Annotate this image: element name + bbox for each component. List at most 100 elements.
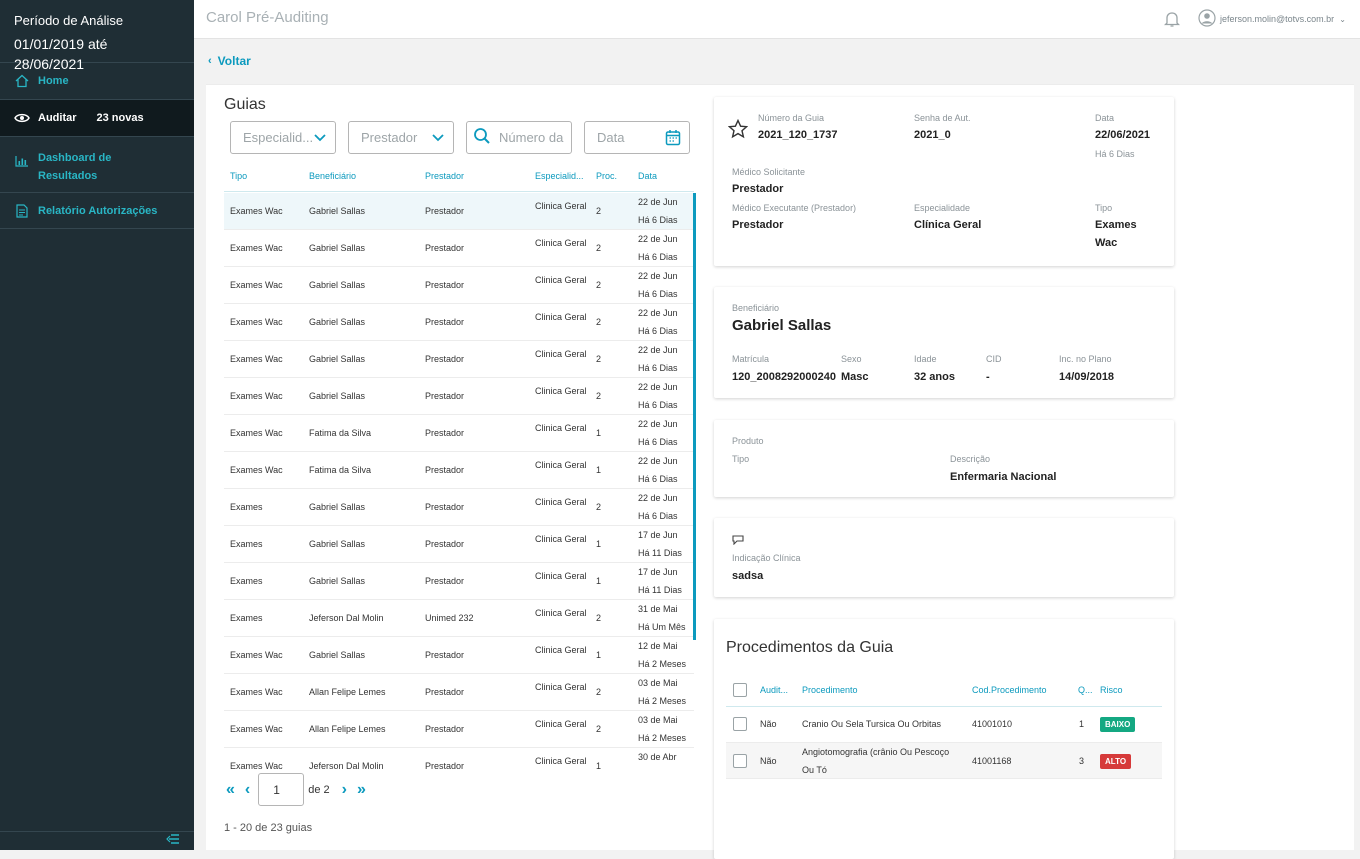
- first-page-icon[interactable]: «: [226, 781, 235, 799]
- tipo-cell: Exames Wac: [230, 280, 283, 290]
- col-auditado[interactable]: Audit...: [760, 685, 788, 695]
- table-row[interactable]: Exames Wac Gabriel Sallas Prestador Clinica…: [224, 267, 694, 304]
- especialidade-cell: Clinica Geral: [535, 275, 587, 285]
- calendar-icon[interactable]: [665, 129, 681, 149]
- row-checkbox[interactable]: [733, 754, 747, 768]
- table-row[interactable]: Exames Wac Gabriel Sallas Prestador Clinica…: [224, 637, 694, 674]
- collapse-menu-icon[interactable]: [166, 833, 180, 848]
- beneficiario-cell: Gabriel Sallas: [309, 391, 366, 401]
- table-row[interactable]: Exames Gabriel Sallas Prestador Clinica Ger…: [224, 526, 694, 563]
- indicacao-label: Indicação Clínica: [732, 553, 801, 563]
- beneficiario-cell: Gabriel Sallas: [309, 280, 366, 290]
- col-tipo[interactable]: Tipo: [230, 171, 247, 181]
- nav-item-auditar[interactable]: Auditar 23 novas: [0, 100, 194, 137]
- app-title: Carol Pré-Auditing: [206, 9, 329, 26]
- scrollbar[interactable]: [693, 193, 696, 640]
- col-data[interactable]: Data: [638, 171, 657, 181]
- bell-icon[interactable]: [1163, 10, 1181, 33]
- table-row[interactable]: Exames Wac Fatima da Silva Prestador Clinic…: [224, 452, 694, 489]
- data-cell: 22 de Jun: [638, 382, 678, 392]
- prestador-cell: Prestador: [425, 687, 465, 697]
- table-row[interactable]: Exames Wac Gabriel Sallas Prestador Clinica…: [224, 304, 694, 341]
- tipo-cell: Exames Wac: [230, 317, 283, 327]
- procedimento-qty: 1: [1079, 719, 1085, 729]
- auditado-value: Não: [760, 756, 777, 766]
- beneficiario-label: Beneficiário: [732, 303, 780, 313]
- next-page-icon[interactable]: ›: [342, 781, 347, 799]
- nav-item-dashboard[interactable]: Dashboard de Resultados: [0, 137, 194, 193]
- table-row[interactable]: Exames Gabriel Sallas Prestador Clinica Ger…: [224, 563, 694, 600]
- table-row[interactable]: Exames Wac Jeferson Dal Molin Prestador Cli…: [224, 748, 694, 769]
- beneficiario-cell: Jeferson Dal Molin: [309, 613, 384, 623]
- procedimento-row[interactable]: Não Angiotomografia (crânio Ou Pescoço O…: [726, 743, 1162, 779]
- table-row[interactable]: Exames Wac Fatima da Silva Prestador Clinic…: [224, 415, 694, 452]
- produto-label: Produto: [732, 436, 764, 446]
- back-link[interactable]: ‹ Voltar: [208, 54, 251, 68]
- star-icon[interactable]: [727, 118, 749, 144]
- user-menu[interactable]: jeferson.molin@totvs.com.br ⌄: [1198, 9, 1346, 29]
- proc-cell: 1: [596, 428, 602, 438]
- row-checkbox[interactable]: [733, 717, 747, 731]
- col-procedimento[interactable]: Procedimento: [802, 685, 858, 695]
- col-beneficiario[interactable]: Beneficiário: [309, 171, 356, 181]
- prestador-cell: Prestador: [425, 317, 465, 327]
- data-cell: 22 de Jun: [638, 493, 678, 503]
- data-cell: 12 de Mai: [638, 641, 678, 651]
- chevron-down-icon: ⌄: [1339, 14, 1346, 24]
- tipo-cell: Exames Wac: [230, 465, 283, 475]
- tipo-value-line1: Exames: [1095, 219, 1137, 231]
- back-label: Voltar: [217, 54, 251, 68]
- numero-search-field[interactable]: Número da: [466, 121, 572, 154]
- solicitante-label: Médico Solicitante: [732, 167, 806, 177]
- sexo-value: Masc: [841, 371, 869, 383]
- page-input[interactable]: 1: [258, 773, 305, 806]
- col-cod-procedimento[interactable]: Cod.Procedimento: [972, 685, 1047, 695]
- table-row[interactable]: Exames Jeferson Dal Molin Unimed 232 Clinic…: [224, 600, 694, 637]
- especialidade-cell: Clinica Geral: [535, 349, 587, 359]
- risk-badge: ALTO: [1100, 754, 1132, 769]
- table-row[interactable]: Exames Gabriel Sallas Prestador Clinica Ger…: [224, 489, 694, 526]
- tipo-value-line2: Wac: [1095, 237, 1118, 249]
- especialidade-filter[interactable]: Especialid...: [230, 121, 336, 154]
- especialidade-cell: Clinica Geral: [535, 608, 587, 618]
- data-cell: 30 de Abr: [638, 752, 677, 762]
- inicio-plano-value: 14/09/2018: [1059, 371, 1115, 383]
- procedimento-row[interactable]: Não Cranio Ou Sela Tursica Ou Orbitas 41…: [726, 707, 1162, 743]
- col-especialidade[interactable]: Especialid...: [535, 171, 584, 181]
- data-ago-cell: Há 6 Dias: [638, 326, 678, 336]
- col-prestador[interactable]: Prestador: [425, 171, 464, 181]
- especialidade-cell: Clinica Geral: [535, 682, 587, 692]
- tipo-cell: Exames Wac: [230, 428, 283, 438]
- especialidade-cell: Clinica Geral: [535, 201, 587, 211]
- tipo-cell: Exames Wac: [230, 650, 283, 660]
- guias-table-header: Tipo Beneficiário Prestador Especialid..…: [224, 166, 694, 192]
- prev-page-icon[interactable]: ‹: [245, 781, 250, 799]
- table-row[interactable]: Exames Wac Gabriel Sallas Prestador Clinica…: [224, 230, 694, 267]
- results-count: 1 - 20 de 23 guias: [224, 822, 313, 834]
- table-row[interactable]: Exames Wac Allan Felipe Lemes Prestador Cli…: [224, 674, 694, 711]
- procedimento-qty: 3: [1079, 756, 1085, 766]
- nav-item-relatorio[interactable]: Relatório Autorizações: [0, 193, 194, 229]
- table-row[interactable]: Exames Wac Gabriel Sallas Prestador Clinica…: [224, 193, 694, 230]
- beneficiario-cell: Gabriel Sallas: [309, 576, 366, 586]
- prestador-cell: Prestador: [425, 576, 465, 586]
- select-all-checkbox[interactable]: [733, 683, 747, 697]
- col-risco[interactable]: Risco: [1100, 685, 1123, 695]
- last-page-icon[interactable]: »: [357, 781, 366, 799]
- prestador-cell: Prestador: [425, 650, 465, 660]
- tipo-cell: Exames: [230, 576, 263, 586]
- user-email: jeferson.molin@totvs.com.br: [1220, 14, 1335, 24]
- especialidade-cell: Clinica Geral: [535, 386, 587, 396]
- page-total: de 2: [308, 783, 330, 796]
- data-value: 22/06/2021: [1095, 129, 1151, 141]
- col-quantidade[interactable]: Q...: [1078, 685, 1093, 695]
- prestador-filter[interactable]: Prestador: [348, 121, 454, 154]
- sexo-label: Sexo: [841, 354, 862, 364]
- data-filter[interactable]: Data: [584, 121, 690, 154]
- proc-cell: 2: [596, 354, 602, 364]
- col-proc[interactable]: Proc.: [596, 171, 617, 181]
- beneficiario-cell: Allan Felipe Lemes: [309, 724, 386, 734]
- table-row[interactable]: Exames Wac Allan Felipe Lemes Prestador Cli…: [224, 711, 694, 748]
- table-row[interactable]: Exames Wac Gabriel Sallas Prestador Clinica…: [224, 341, 694, 378]
- table-row[interactable]: Exames Wac Gabriel Sallas Prestador Clinica…: [224, 378, 694, 415]
